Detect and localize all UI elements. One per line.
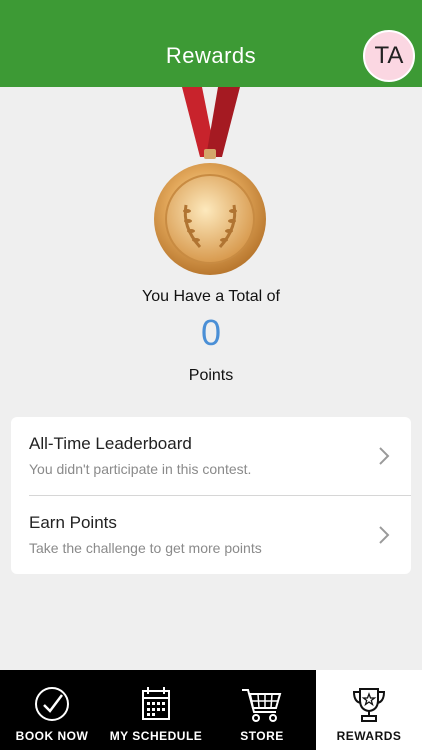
list-item-subtitle: Take the challenge to get more points (29, 540, 262, 556)
avatar[interactable]: TA (363, 30, 415, 82)
tab-label: MY SCHEDULE (109, 729, 203, 743)
tab-book-now[interactable]: BOOK NOW (0, 670, 104, 750)
points-value: 0 (200, 312, 222, 353)
list-item-subtitle: You didn't participate in this contest. (29, 461, 252, 477)
tab-my-schedule[interactable]: MY SCHEDULE (104, 670, 208, 750)
list-item-title: All-Time Leaderboard (29, 434, 192, 453)
checkmark-circle-icon (35, 687, 69, 721)
header-bar: Rewards TA (0, 0, 422, 87)
cart-icon (242, 689, 282, 722)
chevron-right-icon (379, 447, 390, 465)
total-label: You Have a Total of (142, 288, 280, 305)
tab-rewards[interactable]: REWARDS (316, 670, 422, 750)
trophy-icon (352, 688, 386, 722)
chevron-right-icon (379, 526, 390, 544)
list-item-earn-points[interactable]: Earn Points Take the challenge to get mo… (11, 496, 411, 574)
tab-bar: BOOK NOW MY SCHEDULE STORE REWARDS (0, 670, 422, 750)
list-item-leaderboard[interactable]: All-Time Leaderboard You didn't particip… (11, 417, 411, 495)
page-title: Rewards (165, 43, 257, 68)
tab-label: BOOK NOW (15, 729, 89, 743)
points-label: Points (188, 367, 234, 384)
tab-store[interactable]: STORE (210, 670, 314, 750)
tab-label: REWARDS (336, 729, 402, 743)
medal-icon (154, 87, 266, 275)
calendar-icon (142, 687, 170, 720)
tab-label: STORE (240, 729, 284, 743)
rewards-card: All-Time Leaderboard You didn't particip… (11, 417, 411, 574)
list-item-title: Earn Points (29, 513, 117, 532)
